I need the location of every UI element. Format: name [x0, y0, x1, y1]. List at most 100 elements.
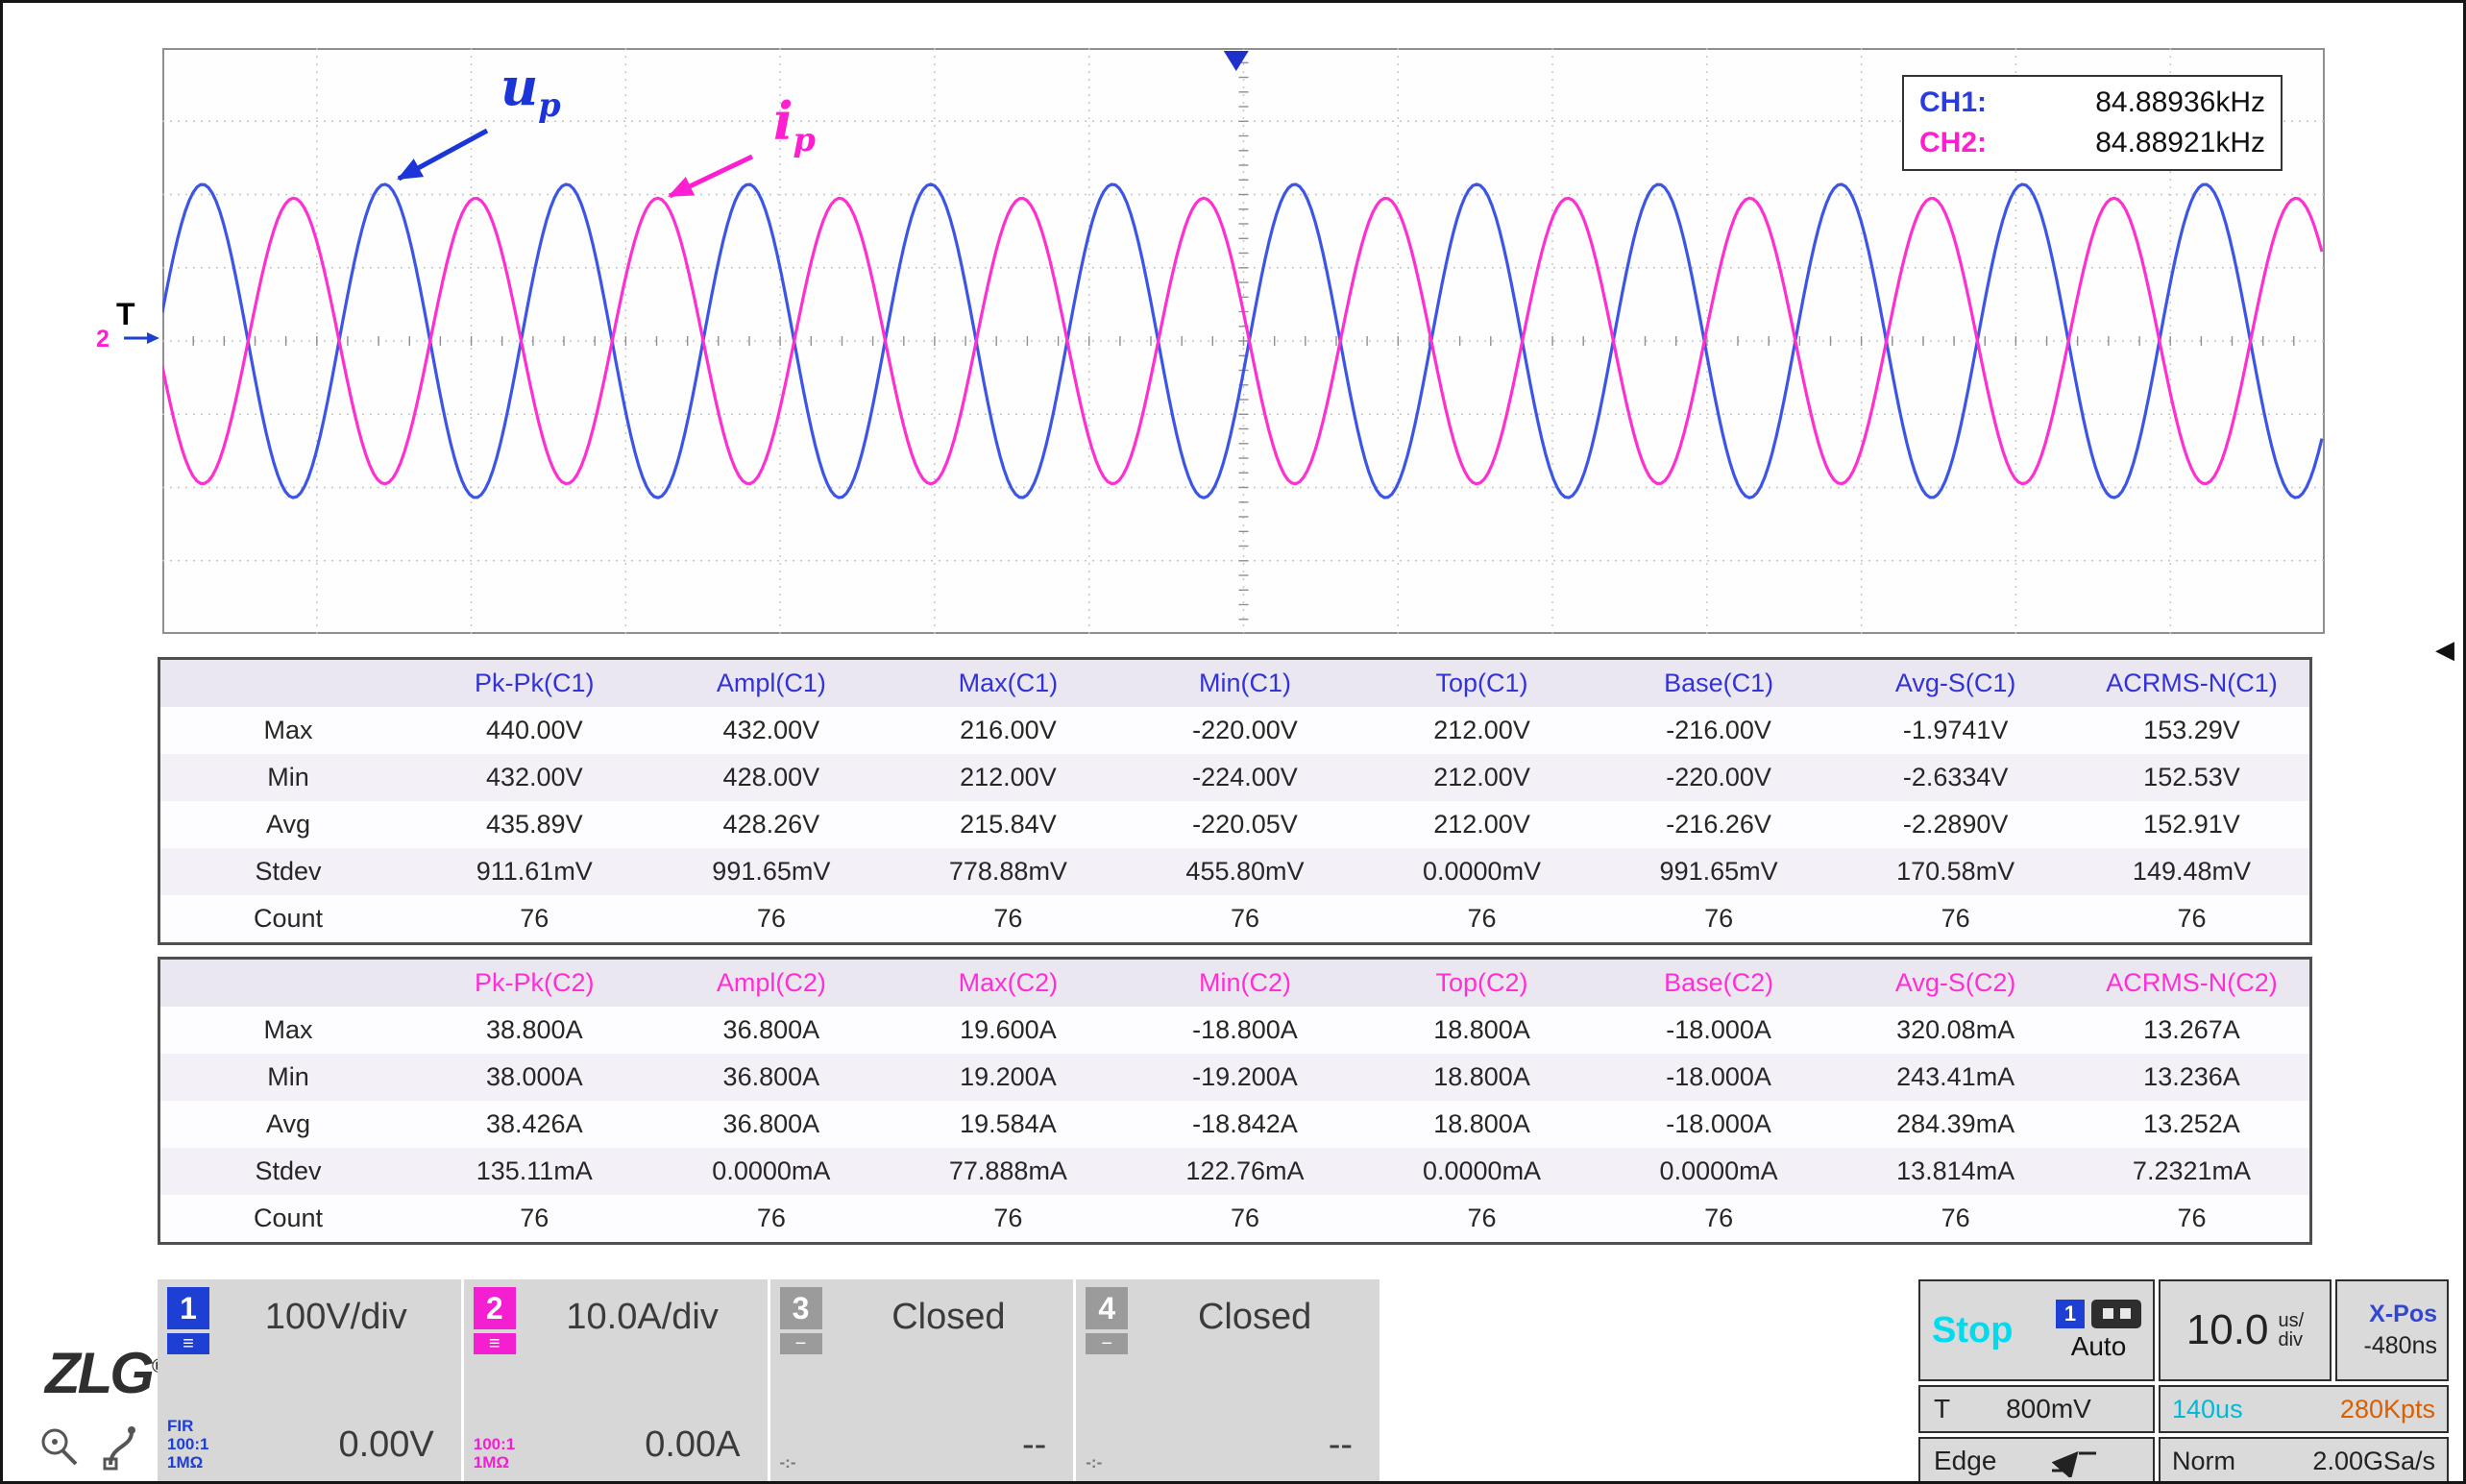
- measurement-value: -18.000A: [1666, 1109, 1771, 1138]
- trigger-source-badge: 1: [2056, 1299, 2085, 1328]
- column-header: Max(C2): [958, 968, 1059, 997]
- measurement-value: 432.00V: [485, 763, 583, 791]
- measurement-value: 149.48mV: [2132, 857, 2252, 886]
- ch2-measurements-table: Pk-Pk(C2) Ampl(C2) Max(C2) Min(C2) Top(C2) Ba…: [158, 957, 2312, 1245]
- table-row: Max 38.800A 36.800A 19.600A -18.800A 18.800A -…: [159, 1007, 2311, 1054]
- column-header: Ampl(C2): [716, 968, 826, 997]
- probe-compensation-icon[interactable]: [37, 1423, 87, 1472]
- ch2-frequency-row: CH2: 84.88921kHz: [1919, 127, 2265, 159]
- measurement-value: 428.26V: [722, 810, 820, 839]
- trigger-source-group: 1 Auto: [2056, 1299, 2141, 1362]
- row-label: Max: [263, 716, 313, 744]
- measurement-value: 0.0000mV: [1422, 857, 1542, 886]
- measurement-value: 991.65mV: [1659, 857, 1778, 886]
- table-row: Avg 435.89V 428.26V 215.84V -220.05V 212.00V -…: [159, 801, 2311, 848]
- measurement-value: 18.800A: [1433, 1015, 1530, 1044]
- run-state-label[interactable]: Stop: [1932, 1310, 2013, 1351]
- row-label-header: [159, 959, 417, 1008]
- toolbar-icons: [37, 1423, 149, 1472]
- channel-3-badge[interactable]: 3: [779, 1287, 822, 1329]
- measurement-value: 216.00V: [960, 716, 1057, 744]
- measurement-value: 135.11mA: [476, 1156, 593, 1185]
- channel-1-coupling-icon: ≡: [167, 1333, 209, 1354]
- row-label: Count: [253, 1204, 324, 1232]
- measurement-value: -18.000A: [1666, 1015, 1771, 1044]
- trigger-source-letter: T: [1934, 1394, 1951, 1423]
- record-points: 280Kpts: [2339, 1394, 2435, 1423]
- channel-2-badge[interactable]: 2: [473, 1287, 516, 1329]
- trigger-level-box[interactable]: T 800mV: [1918, 1385, 2155, 1433]
- column-header: Top(C1): [1435, 669, 1528, 697]
- measurement-value: 170.58mV: [1896, 857, 2015, 886]
- trigger-type-box[interactable]: Edge: [1918, 1437, 2155, 1481]
- ch2-trace-label: ip: [773, 90, 816, 158]
- measurement-value: 911.61mV: [476, 857, 593, 886]
- trigger-arrow-icon: [124, 332, 159, 344]
- channel-2-probe-info: 100:1 1MΩ: [473, 1435, 516, 1472]
- measurement-value: 215.84V: [960, 810, 1057, 839]
- timebase-box[interactable]: 10.0 us/ div: [2159, 1279, 2332, 1381]
- measurement-value: -216.26V: [1666, 810, 1771, 839]
- column-header: Base(C1): [1664, 669, 1774, 697]
- measurement-value: 76: [1230, 1204, 1259, 1232]
- measurement-value: 36.800A: [722, 1015, 820, 1044]
- run-state-box[interactable]: Stop 1 Auto: [1918, 1279, 2155, 1381]
- row-label: Min: [267, 1062, 309, 1091]
- channel-2-status[interactable]: 2 ≡ 10.0A/div 100:1 1MΩ 0.00A: [463, 1279, 768, 1481]
- xpos-value: -480ns: [2363, 1332, 2437, 1359]
- measurement-value: 0.0000mA: [712, 1156, 831, 1185]
- measurement-value: 38.800A: [485, 1015, 583, 1044]
- channel-2-coupling-icon: ≡: [473, 1333, 516, 1354]
- probe-hook-icon[interactable]: [99, 1423, 149, 1472]
- table-row: Count 76 76 76 76 76 76 76 76: [159, 895, 2311, 944]
- channel-3-offset: --: [1021, 1424, 1047, 1465]
- table-row: Avg 38.426A 36.800A 19.584A -18.842A 18.800A -…: [159, 1101, 2311, 1148]
- measurement-value: 153.29V: [2143, 716, 2240, 744]
- column-header: Max(C1): [958, 669, 1059, 697]
- ch2-freq-value: 84.88921kHz: [2095, 127, 2265, 158]
- measurement-value: 432.00V: [722, 716, 820, 744]
- channel-4-status[interactable]: 4 − Closed -:- --: [1076, 1279, 1379, 1481]
- ch2-freq-label: CH2:: [1919, 127, 1988, 158]
- trigger-mode-label[interactable]: Auto: [2071, 1331, 2127, 1362]
- channel-1-badge[interactable]: 1: [167, 1287, 209, 1329]
- table-row: Count 76 76 76 76 76 76 76 76: [159, 1195, 2311, 1244]
- measurement-value: 320.08mA: [1896, 1015, 2015, 1044]
- measurement-value: -220.05V: [1192, 810, 1298, 839]
- row-label: Stdev: [255, 857, 322, 886]
- channel-1-offset: 0.00V: [338, 1424, 434, 1465]
- channel-3-status[interactable]: 3 − Closed -:- --: [769, 1279, 1074, 1481]
- ch1-frequency-row: CH1: 84.88936kHz: [1919, 86, 2265, 119]
- measurement-value: 440.00V: [485, 716, 583, 744]
- channel-1-scale: 100V/div: [264, 1297, 407, 1337]
- column-header: Top(C2): [1435, 968, 1528, 997]
- measurement-value: -18.800A: [1192, 1015, 1298, 1044]
- measurement-value: 76: [1704, 1204, 1734, 1232]
- measurement-value: 76: [1704, 904, 1734, 933]
- measurement-value: 76: [993, 1204, 1023, 1232]
- channel-1-status[interactable]: 1 ≡ 100V/div FIR 100:1 1MΩ 0.00V: [158, 1279, 461, 1481]
- measurement-value: 13.814mA: [1896, 1156, 2015, 1185]
- measurement-value: -216.00V: [1666, 716, 1771, 744]
- column-header: ACRMS-N(C1): [2106, 669, 2278, 697]
- measurement-value: 152.53V: [2143, 763, 2240, 791]
- measurement-value: -18.842A: [1192, 1109, 1298, 1138]
- channel-4-badge[interactable]: 4: [1086, 1287, 1129, 1329]
- measurement-value: 76: [1230, 904, 1259, 933]
- column-header: Avg-S(C2): [1894, 968, 2016, 997]
- xpos-label: X-Pos: [2369, 1301, 2437, 1327]
- measurement-value: 212.00V: [1433, 763, 1530, 791]
- right-edge-arrow-icon[interactable]: ◀: [2435, 637, 2454, 662]
- column-header: Pk-Pk(C1): [475, 669, 595, 697]
- trigger-level-value: 800mV: [2006, 1394, 2091, 1423]
- table-row: Stdev 911.61mV 991.65mV 778.88mV 455.80mV 0.0…: [159, 848, 2311, 895]
- measurement-value: 19.584A: [960, 1109, 1057, 1138]
- channel-1-probe-info: FIR 100:1 1MΩ: [167, 1417, 209, 1472]
- measurement-value: 76: [756, 1204, 786, 1232]
- channel-3-probe-info: -:-: [779, 1453, 796, 1472]
- table-row: Min 38.000A 36.800A 19.200A -19.200A 18.800A -…: [159, 1054, 2311, 1101]
- column-header: Base(C2): [1664, 968, 1774, 997]
- xpos-box[interactable]: X-Pos -480ns: [2335, 1279, 2449, 1381]
- measurement-value: 7.2321mA: [2132, 1156, 2252, 1185]
- row-label: Avg: [265, 810, 311, 839]
